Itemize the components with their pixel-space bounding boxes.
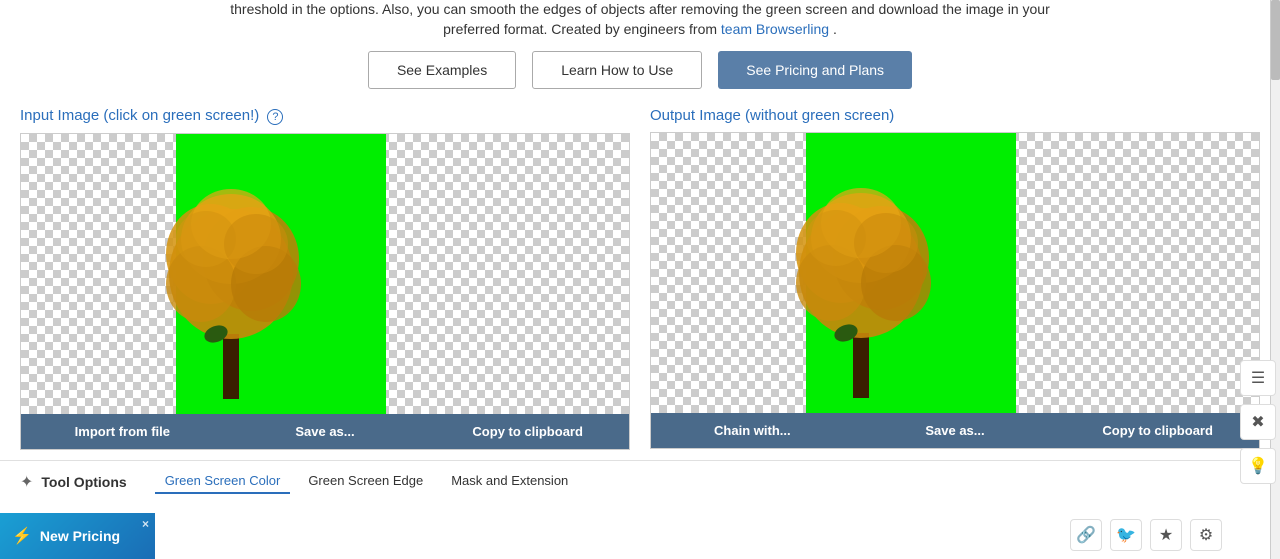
- settings-icon[interactable]: ⚙: [1190, 519, 1222, 551]
- tab-mask-extension[interactable]: Mask and Extension: [441, 469, 578, 494]
- description-content: threshold in the options. Also, you can …: [230, 1, 1050, 37]
- output-image-container[interactable]: Chain with... Save as... Copy to clipboa…: [650, 132, 1260, 449]
- input-copy-button[interactable]: Copy to clipboard: [426, 414, 629, 449]
- link-icon[interactable]: 🔗: [1070, 519, 1102, 551]
- action-buttons: See Examples Learn How to Use See Pricin…: [0, 51, 1280, 89]
- help-icon[interactable]: ?: [267, 109, 283, 125]
- input-tree-svg: [151, 144, 311, 404]
- input-image-footer: Import from file Save as... Copy to clip…: [21, 414, 629, 449]
- output-image-footer: Chain with... Save as... Copy to clipboa…: [651, 413, 1259, 448]
- tab-green-screen-edge[interactable]: Green Screen Edge: [298, 469, 433, 494]
- description-text: threshold in the options. Also, you can …: [0, 0, 1280, 39]
- browserling-link[interactable]: team Browserling: [721, 21, 829, 37]
- lightbulb-icon[interactable]: 💡: [1240, 448, 1276, 484]
- tool-options-icon: ✦: [20, 472, 33, 492]
- output-checker-background: [651, 133, 1259, 413]
- notes-icon[interactable]: ☰: [1240, 360, 1276, 396]
- chain-with-button[interactable]: Chain with...: [651, 413, 854, 448]
- learn-how-button[interactable]: Learn How to Use: [532, 51, 702, 89]
- new-pricing-bar[interactable]: ⚡ New Pricing ×: [0, 513, 155, 559]
- input-panel: Input Image (click on green screen!) ?: [20, 107, 630, 450]
- right-sidebar: ☰ ✖ 💡: [1236, 0, 1280, 559]
- output-panel: Output Image (without green screen): [650, 107, 1260, 450]
- main-content: Input Image (click on green screen!) ?: [0, 107, 1280, 450]
- tool-options-bar: ✦ Tool Options Green Screen Color Green …: [0, 460, 1280, 502]
- star-icon[interactable]: ★: [1150, 519, 1182, 551]
- see-examples-button[interactable]: See Examples: [368, 51, 516, 89]
- input-checker-background[interactable]: [21, 134, 629, 414]
- output-tree: [761, 138, 961, 408]
- bottom-right-icons: 🔗 🐦 ★ ⚙: [1062, 511, 1230, 559]
- tab-green-screen-color[interactable]: Green Screen Color: [155, 469, 291, 494]
- see-pricing-button[interactable]: See Pricing and Plans: [718, 51, 912, 89]
- input-tree: [131, 139, 331, 409]
- period: .: [833, 21, 837, 37]
- lightning-icon: ⚡: [12, 526, 32, 546]
- new-pricing-label: New Pricing: [40, 528, 120, 544]
- output-copy-button[interactable]: Copy to clipboard: [1056, 413, 1259, 448]
- tool-options-label: Tool Options: [41, 474, 126, 490]
- output-panel-title: Output Image (without green screen): [650, 107, 1260, 124]
- twitter-icon[interactable]: 🐦: [1110, 519, 1142, 551]
- new-pricing-close-button[interactable]: ×: [142, 517, 149, 531]
- output-tree-svg: [781, 143, 941, 403]
- output-save-as-button[interactable]: Save as...: [854, 413, 1057, 448]
- input-image-container[interactable]: Import from file Save as... Copy to clip…: [20, 133, 630, 450]
- magic-wand-icon[interactable]: ✖: [1240, 404, 1276, 440]
- input-panel-title: Input Image (click on green screen!) ?: [20, 107, 630, 125]
- input-save-as-button[interactable]: Save as...: [224, 414, 427, 449]
- import-from-file-button[interactable]: Import from file: [21, 414, 224, 449]
